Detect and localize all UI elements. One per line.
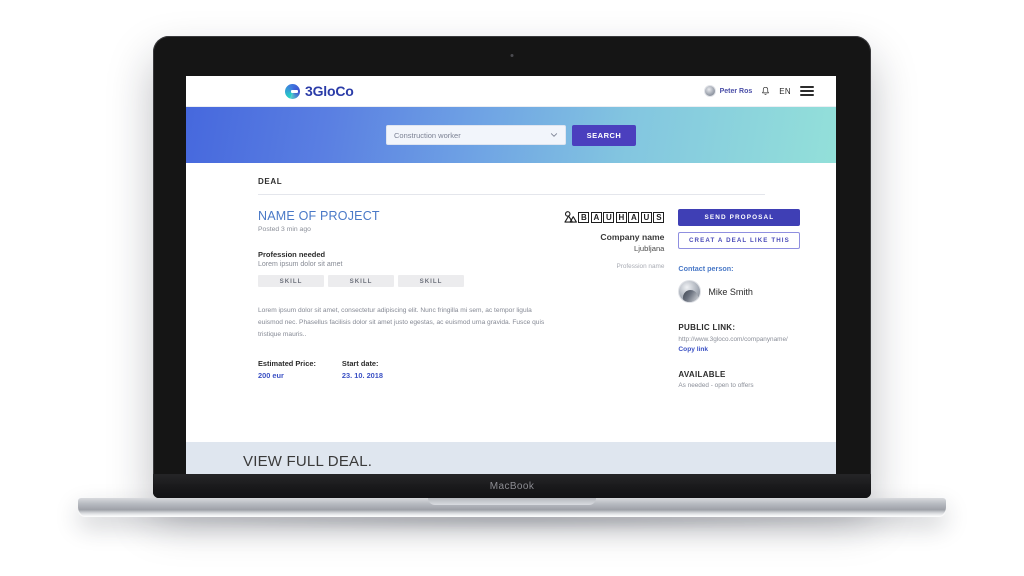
brand-name: 3GloCo xyxy=(305,83,354,99)
company-city: Ljubljana xyxy=(634,244,665,253)
company-column: B A U H A U S Company name Ljubljana Pro… xyxy=(558,209,665,389)
skill-tag[interactable]: SKILL xyxy=(398,275,464,287)
view-full-deal-title: VIEW FULL DEAL. xyxy=(243,453,373,470)
deal-page-body: DEAL NAME OF PROJECT Posted 3 min ago Pr… xyxy=(186,163,836,389)
send-proposal-button[interactable]: SEND PROPOSAL xyxy=(678,209,801,226)
bauhaus-letter: S xyxy=(653,211,665,223)
contact-person-name: Mike Smith xyxy=(708,286,753,297)
header-actions: Peter Ros EN xyxy=(703,85,814,97)
estimated-price-value: 200 eur xyxy=(258,370,284,380)
availability-label: AVAILABLE xyxy=(678,370,726,379)
skill-tag[interactable]: SKILL xyxy=(258,275,324,287)
avatar xyxy=(703,85,716,97)
chevron-down-icon xyxy=(550,133,558,137)
user-avatar-icon xyxy=(678,280,702,303)
laptop-bezel-chin: MacBook xyxy=(153,474,871,498)
start-date-block: Start date: 23. 10. 2018 xyxy=(342,359,383,380)
profession-select-value: Construction worker xyxy=(394,130,461,140)
contact-person[interactable]: Mike Smith xyxy=(678,280,836,303)
estimated-price-block: Estimated Price: 200 eur xyxy=(258,359,316,380)
profession-needed-label: Profession needed xyxy=(258,250,326,259)
bell-icon[interactable] xyxy=(761,86,770,97)
laptop-mockup: 3GloCo Peter Ros EN Construction worker … xyxy=(0,0,1024,576)
brand-logo[interactable]: 3GloCo xyxy=(285,83,354,99)
actions-column: SEND PROPOSAL CREAT A DEAL LIKE THIS Con… xyxy=(678,209,836,389)
posted-time: Posted 3 min ago xyxy=(258,226,311,233)
copy-link-button[interactable]: Copy link xyxy=(678,346,836,353)
site-header: 3GloCo Peter Ros EN xyxy=(186,76,836,107)
deal-details-column: NAME OF PROJECT Posted 3 min ago Profess… xyxy=(258,209,558,389)
public-link-url[interactable]: http://www.3gloco.com/companyname/ xyxy=(678,336,836,343)
deal-description: Lorem ipsum dolor sit amet, consectetur … xyxy=(258,307,545,339)
estimated-price-label: Estimated Price: xyxy=(258,358,316,368)
public-link-label: PUBLIC LINK: xyxy=(678,323,736,332)
search-form: Construction worker SEARCH xyxy=(386,124,636,146)
search-button[interactable]: SEARCH xyxy=(572,124,636,146)
user-menu[interactable]: Peter Ros xyxy=(703,85,753,97)
company-name: Company name xyxy=(600,232,665,242)
bauhaus-logo: B A U H A U S xyxy=(558,211,665,223)
skill-tag-list: SKILL SKILL SKILL xyxy=(258,275,558,287)
hamburger-menu-icon[interactable] xyxy=(800,86,814,96)
laptop-base-shadow xyxy=(96,515,928,531)
contact-person-label: Contact person: xyxy=(678,264,734,273)
hero-search-band: Construction worker SEARCH xyxy=(186,107,836,163)
section-label-deal: DEAL xyxy=(258,177,283,186)
page-title: NAME OF PROJECT xyxy=(258,209,380,223)
bauhaus-letter: B xyxy=(578,211,590,223)
profession-select[interactable]: Construction worker xyxy=(386,125,566,145)
device-label: MacBook xyxy=(489,480,535,492)
bauhaus-letter: A xyxy=(590,211,602,223)
bauhaus-letter: A xyxy=(628,211,640,223)
bauhaus-letter: U xyxy=(640,211,652,223)
bauhaus-mark-icon xyxy=(564,211,577,223)
laptop-lid: 3GloCo Peter Ros EN Construction worker … xyxy=(153,36,871,498)
deal-meta-row: Estimated Price: 200 eur Start date: 23.… xyxy=(258,359,558,380)
skill-tag[interactable]: SKILL xyxy=(328,275,394,287)
start-date-value: 23. 10. 2018 xyxy=(341,370,384,380)
deal-columns: NAME OF PROJECT Posted 3 min ago Profess… xyxy=(258,195,836,389)
availability-value: As needed - open to offers xyxy=(678,382,754,389)
company-profession: Profession name xyxy=(616,263,665,270)
profession-needed-value: Lorem ipsum dolor sit amet xyxy=(258,261,343,268)
language-selector[interactable]: EN xyxy=(779,87,791,96)
user-name: Peter Ros xyxy=(719,87,753,95)
laptop-base xyxy=(78,498,946,517)
start-date-label: Start date: xyxy=(341,358,379,368)
bauhaus-letter: H xyxy=(615,211,627,223)
webcam-icon xyxy=(510,54,514,57)
create-deal-button[interactable]: CREAT A DEAL LIKE THIS xyxy=(678,232,801,249)
globe-logo-icon xyxy=(285,83,300,99)
browser-screen: 3GloCo Peter Ros EN Construction worker … xyxy=(186,76,836,486)
bauhaus-letter: U xyxy=(603,211,615,223)
